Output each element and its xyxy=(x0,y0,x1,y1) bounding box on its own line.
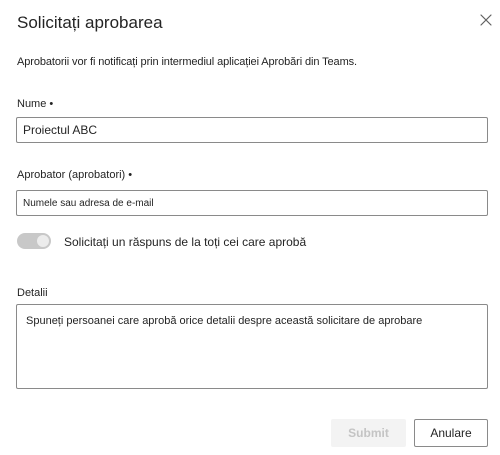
response-from-all-toggle[interactable] xyxy=(17,233,51,249)
cancel-button[interactable]: Anulare xyxy=(414,419,488,447)
name-required-marker: • xyxy=(49,98,54,110)
approval-request-dialog: Solicitați aprobarea Aprobatorii vor fi … xyxy=(0,0,500,455)
approver-input[interactable] xyxy=(16,190,488,216)
toggle-label: Solicitați un răspuns de la toți cei car… xyxy=(64,235,307,249)
submit-button[interactable]: Submit xyxy=(331,419,406,447)
approver-label-text: Aprobator (aprobatori) xyxy=(17,169,126,181)
details-textarea[interactable] xyxy=(16,304,488,389)
name-label: Nume • xyxy=(17,98,53,110)
approver-label: Aprobator (aprobatori) • xyxy=(17,169,132,181)
approver-required-marker: • xyxy=(128,169,133,181)
close-icon xyxy=(480,14,492,26)
details-label: Detalii xyxy=(17,287,48,299)
dialog-title: Solicitați aprobarea xyxy=(17,13,163,32)
name-label-text: Nume xyxy=(17,98,47,110)
name-input[interactable] xyxy=(16,117,488,143)
dialog-description: Aprobatorii vor fi notificați prin inter… xyxy=(17,56,357,68)
close-button[interactable] xyxy=(478,12,494,28)
toggle-knob xyxy=(37,235,49,247)
